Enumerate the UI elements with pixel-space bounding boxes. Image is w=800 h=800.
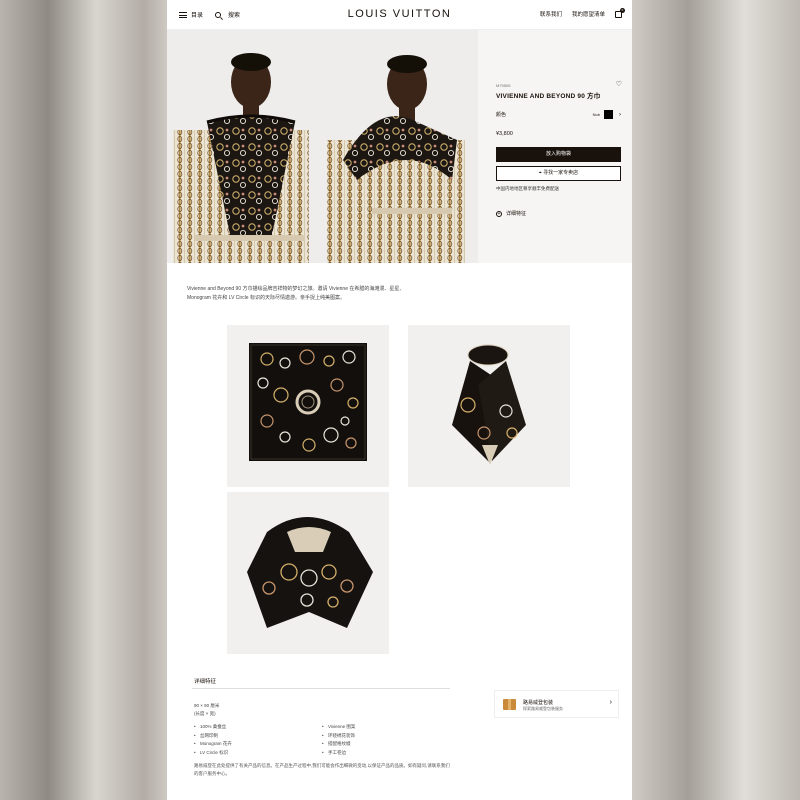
feature-item: Vivienne 图案 [322, 723, 355, 732]
contact-link[interactable]: 联系我们 [540, 10, 562, 18]
color-selector[interactable]: 颜色 Noir › [496, 110, 621, 119]
models-wearing-scarf-photo [167, 30, 478, 263]
gallery-image-flat-scarf[interactable] [227, 325, 389, 487]
gallery-image-knotted-scarf[interactable] [408, 325, 570, 487]
hero-image [167, 30, 478, 263]
find-store-label: 寻找一家专卖店 [543, 170, 579, 176]
features-list-left: 100% 桑蚕丝 丝网印制 Monogram 花卉 LV Circle 标识 [194, 723, 232, 757]
service-subtitle: 探索路易威登包装服务 [523, 706, 563, 711]
plus-icon: + [496, 210, 502, 217]
map-pin-icon: ⌖ [538, 170, 542, 176]
size-value: 90 × 90 厘米 [194, 703, 220, 708]
product-description: Vivienne and Beyond 90 方巾描绘品牌吉祥物的梦幻之旅。邀请… [187, 286, 405, 301]
chevron-right-icon[interactable]: › [619, 112, 621, 118]
feature-item: 100% 桑蚕丝 [194, 723, 232, 732]
folded-scarf-photo [227, 492, 389, 654]
details-footnote: 路易威登在此处提供了有关产品的信息。在产品生产过程中,我们可能会作出细微的变动,… [194, 763, 450, 776]
heart-icon[interactable]: ♡ [616, 80, 622, 88]
chevron-right-icon[interactable]: › [610, 699, 612, 706]
feature-item: Monogram 花卉 [194, 740, 232, 749]
color-swatch[interactable] [604, 110, 613, 119]
details-link-label: 详细特征 [506, 211, 527, 217]
product-price: ¥3,800 [496, 131, 513, 137]
header-right: 联系我们 我的愿望清单 0 [540, 7, 625, 18]
box-icon [503, 699, 516, 710]
details-divider [192, 688, 450, 689]
color-value: Noir [592, 112, 600, 117]
details-link[interactable]: + 详细特征 [496, 210, 526, 217]
knotted-scarf-photo [408, 325, 570, 487]
color-label: 颜色 [496, 112, 507, 118]
add-to-bag-button[interactable]: 放入购物袋 [496, 147, 621, 162]
product-page: 目录 搜索 LOUIS VUITTON 联系我们 我的愿望清单 0 M79505… [167, 0, 632, 800]
details-size: 90 × 90 厘米 (长度 × 宽) [194, 702, 219, 718]
site-header: 目录 搜索 LOUIS VUITTON 联系我们 我的愿望清单 0 [167, 0, 632, 30]
bag-count-badge: 0 [620, 7, 625, 13]
feature-item: LV Circle 标识 [194, 749, 232, 758]
feature-item: 丝网印制 [194, 732, 232, 741]
feature-item: 环绕绣花装饰 [322, 732, 355, 741]
bag-icon[interactable]: 0 [615, 7, 625, 18]
feature-item: 手工卷边 [322, 749, 355, 758]
size-subtext: (长度 × 宽) [194, 711, 216, 716]
find-store-button[interactable]: ⌖ 寻找一家专卖店 [496, 166, 621, 181]
gallery-image-folded-scarf[interactable] [227, 492, 389, 654]
product-sku: M79505 [496, 83, 511, 88]
wishlist-link[interactable]: 我的愿望清单 [572, 10, 605, 18]
product-info-panel: M79505 VIVIENNE AND BEYOND 90 方巾 ♡ 颜色 No… [478, 30, 632, 263]
packaging-service-card[interactable]: 路易威登包装 探索路易威登包装服务 › [494, 690, 619, 718]
flat-scarf-photo [227, 325, 389, 487]
shipping-note: 中国内地地区尊享顺丰免费配送 [496, 186, 559, 191]
product-title: VIVIENNE AND BEYOND 90 方巾 [496, 93, 601, 100]
details-title: 详细特征 [194, 679, 217, 685]
feature-item: 搭配格纹缀 [322, 740, 355, 749]
features-list-right: Vivienne 图案 环绕绣花装饰 搭配格纹缀 手工卷边 [322, 723, 355, 757]
service-title: 路易威登包装 [523, 700, 554, 706]
